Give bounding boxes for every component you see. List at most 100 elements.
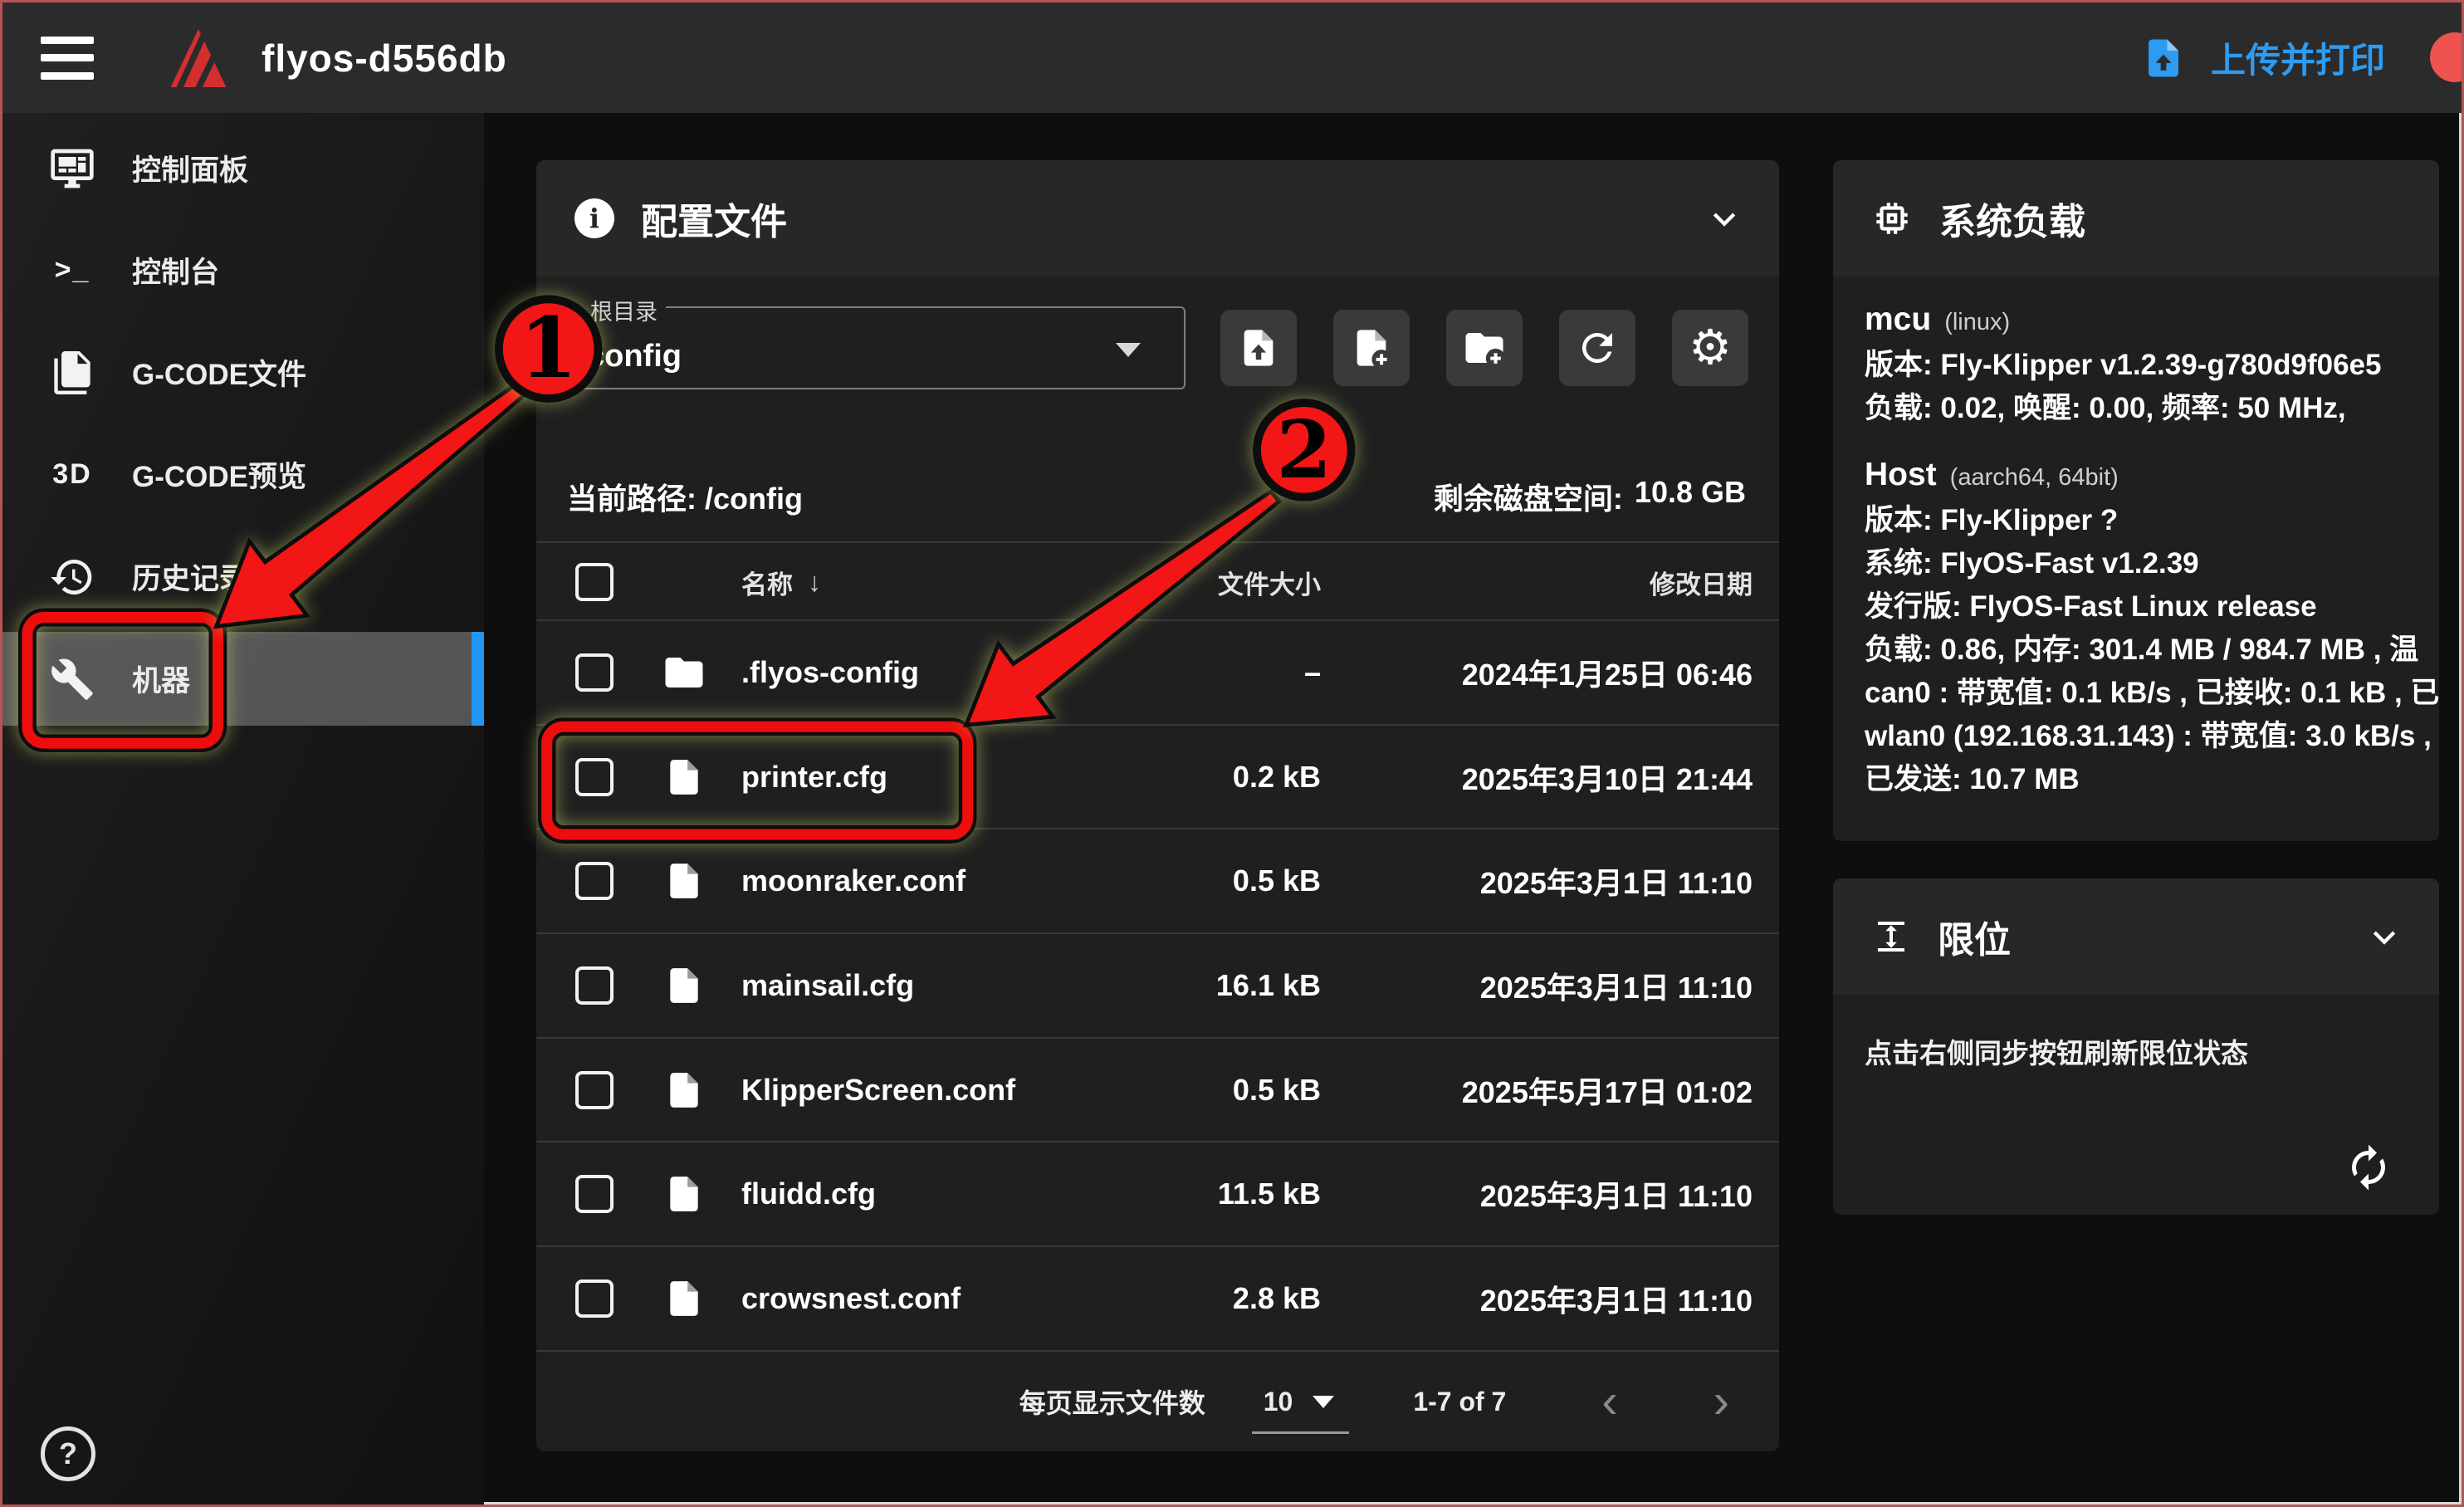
table-row-flyos-config[interactable]: .flyos-config – 2024年1月25日 06:46: [536, 619, 1779, 724]
previous-page-button[interactable]: ‹: [1601, 1377, 1617, 1426]
file-size: 11.5 kB: [1113, 1177, 1321, 1211]
cpu-chip-icon: [1871, 198, 1913, 239]
file-name: moonraker.conf: [741, 864, 1113, 898]
file-size: 0.5 kB: [1113, 1073, 1321, 1108]
row-checkbox[interactable]: [575, 1071, 614, 1109]
column-header-size[interactable]: 文件大小: [1113, 564, 1321, 601]
free-disk-label: 剩余磁盘空间:: [1434, 475, 1623, 518]
select-caret-icon: [1116, 343, 1141, 357]
select-all-checkbox[interactable]: [575, 563, 614, 601]
column-header-modified[interactable]: 修改日期: [1321, 564, 1753, 601]
root-directory-value: config: [587, 339, 682, 374]
mcu-heading: mcu(linux): [1865, 298, 2439, 344]
endstops-title: 限位: [1938, 910, 2011, 963]
file-size: 0.5 kB: [1113, 864, 1321, 898]
file-name: printer.cfg: [741, 760, 1113, 795]
sidebar-item-machine[interactable]: 机器: [2, 632, 484, 726]
info-icon: [574, 198, 614, 238]
host-wlan0-line: wlan0 (192.168.31.143) : 带宽值: 3.0 kB/s ,: [1865, 715, 2439, 758]
upload-and-print-button[interactable]: 上传并打印: [2141, 32, 2385, 83]
column-header-name[interactable]: 名称 ↓: [741, 564, 1113, 601]
file-date: 2025年3月1日 11:10: [1321, 1172, 1753, 1216]
create-file-button[interactable]: [1333, 310, 1410, 386]
sidebar-item-dashboard[interactable]: 控制面板: [2, 121, 484, 215]
host-version-line: 版本: Fly-Klipper ?: [1865, 499, 2439, 542]
table-row-printer-cfg[interactable]: printer.cfg 0.2 kB 2025年3月10日 21:44: [536, 724, 1779, 829]
emergency-stop-icon[interactable]: [2430, 32, 2464, 82]
sidebar-item-console[interactable]: >_ 控制台: [2, 223, 484, 317]
sort-descending-icon: ↓: [808, 567, 821, 598]
root-directory-label: 根目录: [582, 294, 666, 326]
file-date: 2024年1月25日 06:46: [1321, 651, 1753, 694]
gear-icon: ⚙: [1689, 324, 1732, 372]
settings-button[interactable]: ⚙: [1672, 310, 1748, 386]
per-page-select[interactable]: 10: [1264, 1387, 1335, 1417]
console-icon: >_: [47, 254, 97, 286]
file-name: mainsail.cfg: [741, 968, 1113, 1003]
free-disk-space: 剩余磁盘空间: 10.8 GB: [1434, 475, 1746, 518]
file-name: fluidd.cfg: [741, 1177, 1113, 1211]
file-date: 2025年3月1日 11:10: [1321, 1277, 1753, 1320]
per-page-value: 10: [1264, 1387, 1293, 1417]
endstops-body: 点击右侧同步按钮刷新限位状态: [1833, 995, 2439, 1215]
upload-file-button[interactable]: [1220, 310, 1297, 386]
hamburger-menu-icon[interactable]: [41, 37, 94, 80]
collapse-chevron-icon[interactable]: [2368, 920, 2401, 953]
endstops-card: 限位 点击右侧同步按钮刷新限位状态: [1833, 878, 2439, 1215]
pagination-range: 1-7 of 7: [1413, 1387, 1506, 1417]
row-checkbox[interactable]: [575, 1175, 614, 1213]
per-page-label: 每页显示文件数: [1019, 1382, 1205, 1421]
monitor-dashboard-icon: [47, 145, 97, 192]
host-sent-line: 已发送: 10.7 MB: [1865, 758, 2439, 801]
table-row-crowsnest-conf[interactable]: crowsnest.conf 2.8 kB 2025年3月1日 11:10: [536, 1245, 1779, 1350]
row-checkbox[interactable]: [575, 1279, 614, 1318]
current-path: 当前路径: /config: [567, 475, 803, 518]
history-icon: [47, 554, 97, 600]
table-row-mainsail-cfg[interactable]: mainsail.cfg 16.1 kB 2025年3月1日 11:10: [536, 932, 1779, 1037]
row-checkbox[interactable]: [575, 653, 614, 692]
table-row-fluidd-cfg[interactable]: fluidd.cfg 11.5 kB 2025年3月1日 11:10: [536, 1141, 1779, 1245]
table-row-moonraker-conf[interactable]: moonraker.conf 0.5 kB 2025年3月1日 11:10: [536, 828, 1779, 932]
free-disk-value: 10.8 GB: [1635, 475, 1746, 518]
file-name: KlipperScreen.conf: [741, 1073, 1113, 1108]
config-files-card: 配置文件 根目录 config: [536, 160, 1779, 1451]
refresh-button[interactable]: [1559, 310, 1635, 386]
mcu-version-line: 版本: Fly-Klipper v1.2.39-g780d9f06e5: [1865, 344, 2439, 387]
sidebar-item-label: 机器: [132, 658, 190, 700]
file-icon: [660, 965, 708, 1006]
file-plus-icon: [1350, 326, 1393, 369]
3d-icon: 3D: [47, 458, 97, 491]
sidebar-item-history[interactable]: 历史记录: [2, 530, 484, 624]
next-page-button[interactable]: ›: [1714, 1377, 1729, 1426]
limit-arrows-icon: [1871, 917, 1911, 957]
row-checkbox[interactable]: [575, 758, 614, 796]
sidebar-item-gcode-files[interactable]: G-CODE文件: [2, 325, 484, 419]
file-icon: [660, 1278, 708, 1319]
folder-plus-icon: [1462, 325, 1507, 370]
upload-and-print-label: 上传并打印: [2211, 32, 2385, 83]
file-size: 16.1 kB: [1113, 968, 1321, 1003]
file-upload-icon: [1237, 326, 1280, 369]
file-multiple-icon: [47, 351, 97, 394]
host-release-line: 发行版: FlyOS-Fast Linux release: [1865, 585, 2439, 629]
table-row-klipperscreen-conf[interactable]: KlipperScreen.conf 0.5 kB 2025年5月17日 01:…: [536, 1037, 1779, 1142]
printer-hostname: flyos-d556db: [262, 36, 507, 81]
help-button[interactable]: ?: [41, 1426, 95, 1481]
file-upload-icon: [2141, 36, 2186, 81]
help-icon: ?: [59, 1436, 77, 1471]
folder-icon: [660, 650, 708, 695]
file-icon: [660, 860, 708, 902]
endstops-header: 限位: [1833, 878, 2439, 995]
file-date: 2025年5月17日 01:02: [1321, 1069, 1753, 1112]
collapse-chevron-icon[interactable]: [1708, 202, 1741, 235]
sidebar-item-gcode-preview[interactable]: 3D G-CODE预览: [2, 428, 484, 521]
root-directory-select[interactable]: 根目录 config: [567, 306, 1186, 389]
refresh-icon: [1575, 325, 1620, 370]
sync-endstops-button[interactable]: [2341, 1140, 2396, 1195]
path-row: 当前路径: /config 剩余磁盘空间: 10.8 GB: [567, 461, 1746, 532]
row-checkbox[interactable]: [575, 862, 614, 900]
mcu-arch: (linux): [1944, 309, 2010, 335]
host-heading: Host(aarch64, 64bit): [1865, 453, 2439, 499]
create-folder-button[interactable]: [1446, 310, 1523, 386]
row-checkbox[interactable]: [575, 966, 614, 1005]
